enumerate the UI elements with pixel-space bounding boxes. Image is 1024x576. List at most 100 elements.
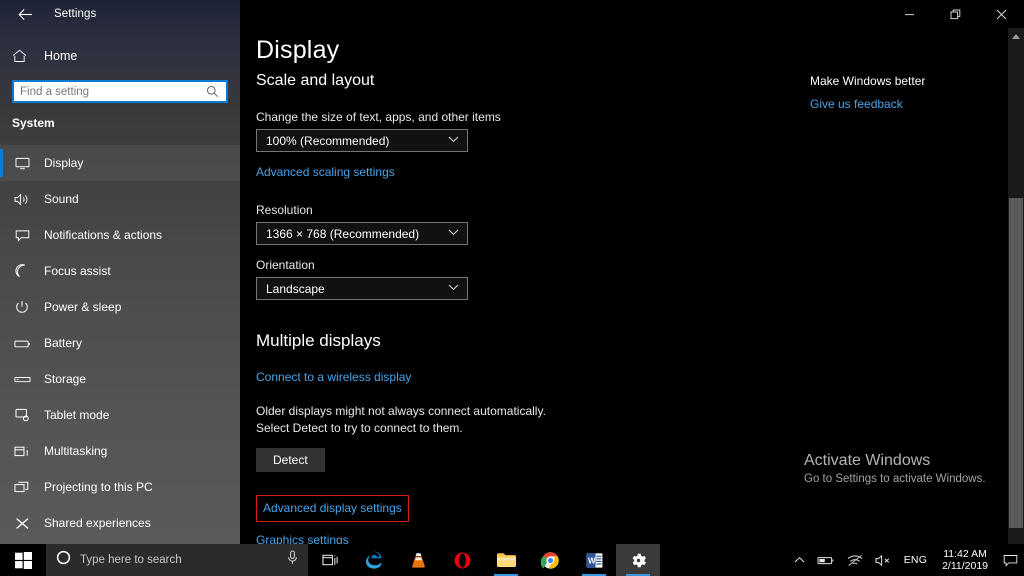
main-content: Display Scale and layout Change the size… <box>240 0 1024 547</box>
tray-time: 11:42 AM <box>943 547 987 560</box>
connect-wireless-display-link[interactable]: Connect to a wireless display <box>256 370 411 384</box>
multitasking-icon <box>12 441 32 461</box>
orientation-dropdown-value: Landscape <box>266 281 325 296</box>
settings-window: Settings Home System <box>0 0 1024 547</box>
sidebar-nav-list: Display Sound Notifications & actions Fo… <box>0 145 240 541</box>
share-icon <box>12 513 32 533</box>
right-rail: Make Windows better Give us feedback <box>810 74 1010 113</box>
resolution-label: Resolution <box>256 203 313 217</box>
search-input[interactable] <box>20 85 206 98</box>
back-arrow-icon[interactable] <box>10 1 40 27</box>
sidebar-item-power-sleep[interactable]: Power & sleep <box>0 289 240 325</box>
speaker-icon <box>12 189 32 209</box>
sidebar-item-multitasking[interactable]: Multitasking <box>0 433 240 469</box>
sidebar-item-display[interactable]: Display <box>0 145 240 181</box>
restore-button[interactable] <box>932 0 978 28</box>
wifi-icon[interactable] <box>841 544 869 576</box>
taskbar-app-vlc[interactable] <box>396 544 440 576</box>
taskbar-app-chrome[interactable] <box>528 544 572 576</box>
battery-icon[interactable] <box>811 544 841 576</box>
sidebar-item-tablet-mode[interactable]: Tablet mode <box>0 397 240 433</box>
chevron-down-icon <box>448 136 459 145</box>
chevron-down-icon <box>448 284 459 293</box>
tray-language[interactable]: ENG <box>898 544 933 576</box>
sidebar-home-label: Home <box>44 49 78 63</box>
tray-clock[interactable]: 11:42 AM 2/11/2019 <box>933 544 997 576</box>
multiple-displays-heading: Multiple displays <box>256 331 381 350</box>
resolution-dropdown-value: 1366 × 768 (Recommended) <box>266 226 420 241</box>
project-icon <box>12 477 32 497</box>
make-windows-better-title: Make Windows better <box>810 74 926 88</box>
sidebar-item-home[interactable]: Home <box>0 41 240 71</box>
sidebar-item-label: Sound <box>44 192 79 206</box>
detect-button[interactable]: Detect <box>256 448 325 473</box>
window-controls <box>886 0 1024 28</box>
window-title: Settings <box>54 8 97 20</box>
sidebar-item-label: Storage <box>44 372 87 386</box>
taskbar-app-edge[interactable] <box>352 544 396 576</box>
sidebar-item-focus-assist[interactable]: Focus assist <box>0 253 240 289</box>
monitor-icon <box>12 153 32 173</box>
sidebar-item-label: Display <box>44 156 84 170</box>
vertical-scrollbar[interactable] <box>1008 28 1024 544</box>
sidebar-item-label: Tablet mode <box>44 408 110 422</box>
scrollbar-thumb[interactable] <box>1009 198 1023 528</box>
tablet-icon <box>12 405 32 425</box>
page-title: Display <box>256 36 340 64</box>
close-button[interactable] <box>978 0 1024 28</box>
scale-dropdown-value: 100% (Recommended) <box>266 133 390 148</box>
chevron-up-icon[interactable] <box>788 544 811 576</box>
sidebar-item-sound[interactable]: Sound <box>0 181 240 217</box>
sidebar-item-shared-experiences[interactable]: Shared experiences <box>0 505 240 541</box>
taskbar-app-word[interactable]: W <box>572 544 616 576</box>
watermark-subtitle: Go to Settings to activate Windows. <box>804 473 986 485</box>
power-icon <box>12 297 32 317</box>
sidebar-item-projecting[interactable]: Projecting to this PC <box>0 469 240 505</box>
minimize-button[interactable] <box>886 0 932 28</box>
sidebar-section-header: System <box>12 116 55 130</box>
action-center-icon[interactable] <box>997 544 1024 576</box>
taskbar-app-settings[interactable] <box>616 544 660 576</box>
tray-date: 2/11/2019 <box>942 560 988 572</box>
battery-icon <box>12 333 32 353</box>
scroll-up-arrow-icon[interactable] <box>1008 28 1024 44</box>
scale-dropdown[interactable]: 100% (Recommended) <box>256 129 468 152</box>
advanced-scaling-settings-link[interactable]: Advanced scaling settings <box>256 165 395 179</box>
watermark-title: Activate Windows <box>804 452 931 469</box>
microphone-icon[interactable] <box>287 550 298 570</box>
resolution-dropdown[interactable]: 1366 × 768 (Recommended) <box>256 222 468 245</box>
cortana-circle-icon <box>56 550 71 570</box>
taskbar: Type here to search W ENG 11:42 AM 2/11/… <box>0 544 1024 576</box>
orientation-label: Orientation <box>256 258 315 272</box>
sidebar: Settings Home System <box>0 0 240 544</box>
sidebar-item-storage[interactable]: Storage <box>0 361 240 397</box>
speaker-muted-icon[interactable] <box>869 544 898 576</box>
activate-windows-watermark: Activate Windows Go to Settings to activ… <box>804 452 1024 485</box>
advanced-display-settings-highlight: Advanced display settings <box>256 495 409 523</box>
storage-icon <box>12 369 32 389</box>
search-box[interactable] <box>12 80 228 103</box>
moon-icon <box>12 261 32 281</box>
svg-text:W: W <box>588 556 596 565</box>
window-titlebar-left: Settings <box>0 0 240 28</box>
search-icon[interactable] <box>206 85 220 99</box>
taskbar-search-box[interactable]: Type here to search <box>46 544 308 576</box>
taskbar-search-placeholder: Type here to search <box>80 554 182 566</box>
taskbar-app-opera[interactable] <box>440 544 484 576</box>
advanced-display-settings-link[interactable]: Advanced display settings <box>263 501 402 515</box>
sidebar-item-label: Shared experiences <box>44 516 151 530</box>
sidebar-item-notifications[interactable]: Notifications & actions <box>0 217 240 253</box>
windows-start-icon[interactable] <box>0 544 46 576</box>
sidebar-item-label: Notifications & actions <box>44 228 163 242</box>
sidebar-item-label: Power & sleep <box>44 300 122 314</box>
give-us-feedback-link[interactable]: Give us feedback <box>810 97 903 111</box>
orientation-dropdown[interactable]: Landscape <box>256 277 468 300</box>
sidebar-item-label: Multitasking <box>44 444 108 458</box>
chevron-down-icon <box>448 229 459 238</box>
sidebar-item-label: Focus assist <box>44 264 111 278</box>
sidebar-item-battery[interactable]: Battery <box>0 325 240 361</box>
notification-icon <box>12 225 32 245</box>
task-view-icon[interactable] <box>308 544 352 576</box>
sidebar-item-label: Battery <box>44 336 83 350</box>
taskbar-app-file-explorer[interactable] <box>484 544 528 576</box>
